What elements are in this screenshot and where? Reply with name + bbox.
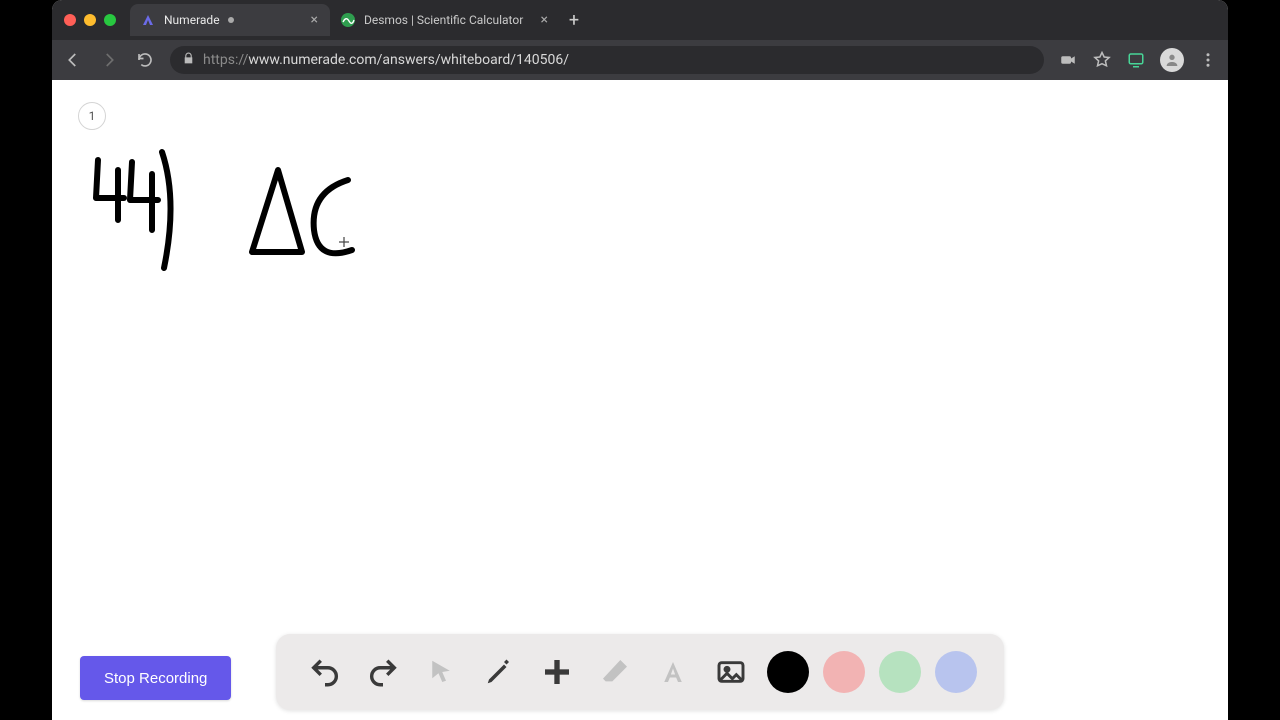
browser-window: Numerade × Desmos | Scientific Calculato… bbox=[52, 0, 1228, 720]
tab-numerade[interactable]: Numerade × bbox=[130, 4, 330, 36]
cast-icon[interactable] bbox=[1126, 50, 1146, 70]
color-swatch-blue[interactable] bbox=[935, 651, 977, 693]
new-tab-button[interactable]: + bbox=[560, 6, 588, 34]
kebab-menu-icon[interactable] bbox=[1198, 50, 1218, 70]
close-window-button[interactable] bbox=[64, 14, 76, 26]
redo-button[interactable] bbox=[361, 650, 405, 694]
tab-title: Numerade bbox=[164, 13, 220, 27]
pen-tool[interactable] bbox=[477, 650, 521, 694]
color-swatch-black[interactable] bbox=[767, 651, 809, 693]
add-tool[interactable] bbox=[535, 650, 579, 694]
favicon-desmos bbox=[340, 12, 356, 28]
text-tool[interactable] bbox=[651, 650, 695, 694]
window-controls bbox=[64, 14, 116, 26]
address-bar-actions bbox=[1058, 48, 1218, 72]
url-text: https://www.numerade.com/answers/whitebo… bbox=[203, 52, 569, 68]
color-swatch-red[interactable] bbox=[823, 651, 865, 693]
url-input[interactable]: https://www.numerade.com/answers/whitebo… bbox=[170, 46, 1044, 74]
pointer-tool[interactable] bbox=[419, 650, 463, 694]
stop-recording-button[interactable]: Stop Recording bbox=[80, 656, 231, 700]
lock-icon bbox=[182, 52, 195, 69]
forward-button[interactable] bbox=[98, 49, 120, 71]
undo-button[interactable] bbox=[303, 650, 347, 694]
maximize-window-button[interactable] bbox=[104, 14, 116, 26]
close-tab-button[interactable]: × bbox=[309, 12, 320, 28]
close-tab-button[interactable]: × bbox=[539, 12, 550, 28]
tab-title: Desmos | Scientific Calculator bbox=[364, 13, 523, 27]
title-bar: Numerade × Desmos | Scientific Calculato… bbox=[52, 0, 1228, 40]
unsaved-indicator bbox=[228, 17, 234, 23]
camera-icon[interactable] bbox=[1058, 50, 1078, 70]
eraser-tool[interactable] bbox=[593, 650, 637, 694]
whiteboard-canvas[interactable] bbox=[52, 80, 1228, 720]
color-swatch-green[interactable] bbox=[879, 651, 921, 693]
page-content: 1 Stop Recording bbox=[52, 80, 1228, 720]
profile-avatar[interactable] bbox=[1160, 48, 1184, 72]
bookmark-star-icon[interactable] bbox=[1092, 50, 1112, 70]
image-tool[interactable] bbox=[709, 650, 753, 694]
favicon-numerade bbox=[140, 12, 156, 28]
minimize-window-button[interactable] bbox=[84, 14, 96, 26]
tab-desmos[interactable]: Desmos | Scientific Calculator × bbox=[330, 4, 560, 36]
tab-strip: Numerade × Desmos | Scientific Calculato… bbox=[130, 0, 588, 40]
whiteboard-toolbar bbox=[276, 634, 1004, 710]
address-bar: https://www.numerade.com/answers/whitebo… bbox=[52, 40, 1228, 80]
reload-button[interactable] bbox=[134, 49, 156, 71]
back-button[interactable] bbox=[62, 49, 84, 71]
